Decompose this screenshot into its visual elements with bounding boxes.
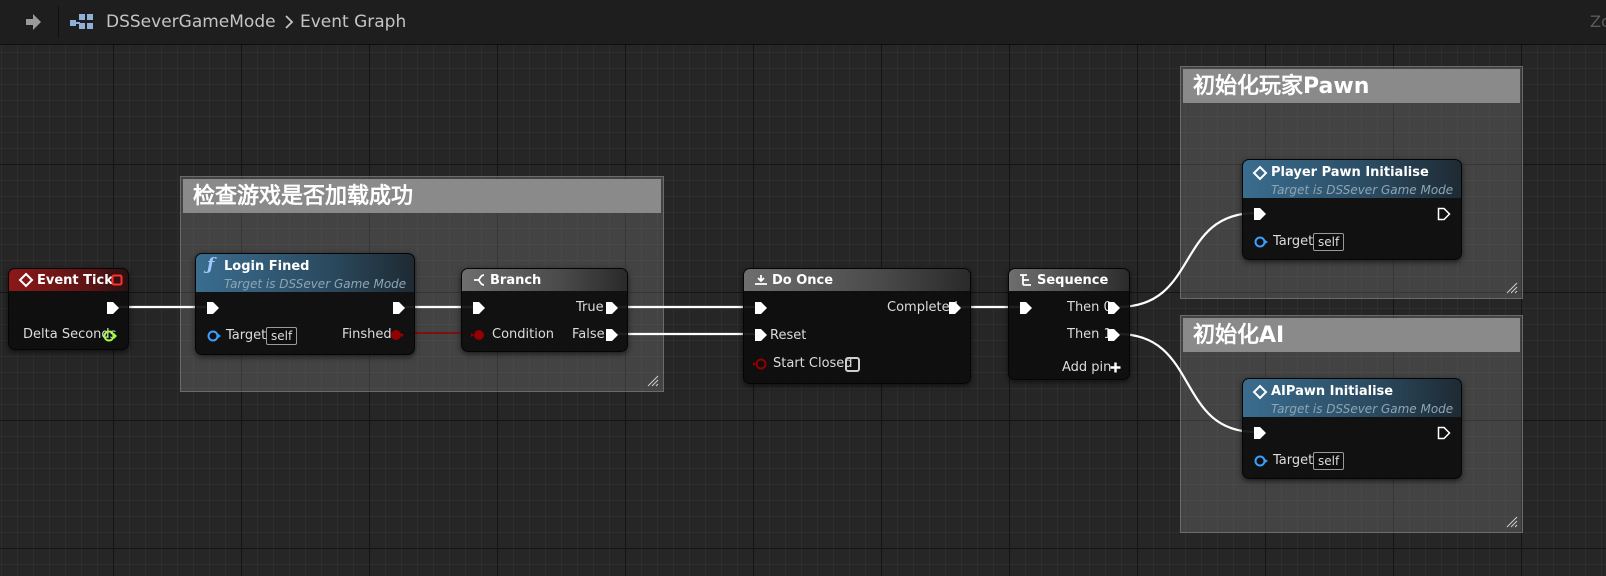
comment-title[interactable]: 检查游戏是否加载成功 [183,179,661,213]
node-title: Sequence [1037,273,1109,288]
toolbar-divider [58,6,59,38]
self-default-value[interactable]: self [1313,233,1345,251]
node-header[interactable]: Event Tick [9,269,128,291]
exec-out-pin-icon[interactable] [605,301,619,315]
bool-in-pin-icon[interactable] [470,328,486,342]
exec-in-pin-icon[interactable] [754,301,768,315]
node-title: AIPawn Initialise [1271,384,1394,399]
add-pin-label[interactable]: Add pin [1062,360,1111,375]
bool-in-pin-icon[interactable] [752,357,768,371]
node-title: Login Fined [224,259,310,274]
start-closed-checkbox[interactable] [845,357,860,372]
node-aipawn-initialise[interactable]: AIPawn Initialise Target is DSSever Game… [1242,378,1462,479]
node-event-tick[interactable]: Event Tick Delta Seconds [8,268,129,350]
plus-icon[interactable] [1110,362,1121,373]
custom-event-icon [1252,165,1268,181]
node-sequence[interactable]: Sequence Then 0 Then 1 Add pin [1008,268,1130,380]
comment-title[interactable]: 初始化玩家Pawn [1183,69,1520,103]
object-in-pin-icon[interactable] [1253,454,1269,468]
node-header[interactable]: Player Pawn Initialise Target is DSSever… [1243,160,1461,198]
node-header[interactable]: Do Once [744,269,970,291]
node-title: Branch [490,273,542,288]
exec-out-pin-icon[interactable] [392,301,406,315]
self-default-value[interactable]: self [266,327,298,345]
do-once-icon [755,275,767,285]
pin-label-start-closed: Start Closed [773,356,853,371]
pin-label-target: Target [1273,453,1314,468]
resize-grip-icon[interactable] [647,375,659,387]
pin-label-reset: Reset [770,328,807,343]
function-icon: ƒ [207,255,215,275]
sequence-icon [1020,274,1031,286]
node-subtitle: Target is DSSever Game Mode [224,277,407,291]
node-header[interactable]: ƒ Login Fined Target is DSSever Game Mod… [196,254,414,292]
node-header[interactable]: AIPawn Initialise Target is DSSever Game… [1243,379,1461,417]
node-header[interactable]: Sequence [1009,269,1129,291]
node-login-fined[interactable]: ƒ Login Fined Target is DSSever Game Mod… [195,253,415,355]
forward-arrow-icon[interactable] [22,11,44,33]
comment-title[interactable]: 初始化AI [1183,318,1520,352]
pin-label-target: Target [1273,234,1314,249]
node-branch[interactable]: Branch True Condition False [461,268,628,352]
exec-out-pin-icon[interactable] [106,301,120,315]
exec-out-pin-icon[interactable] [1437,426,1451,440]
exec-in-pin-icon[interactable] [1253,426,1267,440]
delegate-pin-icon[interactable] [111,274,123,286]
exec-out-pin-icon[interactable] [1107,328,1121,342]
exec-out-pin-icon[interactable] [948,301,962,315]
node-subtitle: Target is DSSever Game Mode [1271,183,1454,197]
breadcrumb-blueprint[interactable]: DSSeverGameMode [106,12,276,32]
exec-out-pin-icon[interactable] [605,328,619,342]
exec-in-pin-icon[interactable] [1253,207,1267,221]
node-title: Player Pawn Initialise [1271,165,1429,180]
pin-label-condition: Condition [492,327,555,342]
node-player-pawn-initialise[interactable]: Player Pawn Initialise Target is DSSever… [1242,159,1462,260]
node-title: Do Once [772,273,834,288]
exec-in-pin-icon[interactable] [472,301,486,315]
node-do-once[interactable]: Do Once Completed Reset Start Closed [743,268,971,384]
resize-grip-icon[interactable] [1506,282,1518,294]
pin-label-true: True [576,300,604,315]
event-diamond-icon [18,272,34,288]
resize-grip-icon[interactable] [1506,516,1518,528]
custom-event-icon [1252,384,1268,400]
blueprint-graph-icon [70,14,93,29]
exec-out-pin-icon[interactable] [1437,207,1451,221]
exec-in-pin-icon[interactable] [754,328,768,342]
self-default-value[interactable]: self [1313,452,1345,470]
chevron-right-icon [285,15,294,29]
object-in-pin-icon[interactable] [1253,235,1269,249]
branch-icon [474,274,485,286]
pin-label-then1: Then 1 [1067,327,1112,342]
zoom-label: Zc [1590,12,1606,31]
exec-out-pin-icon[interactable] [1107,301,1121,315]
exec-in-pin-icon[interactable] [206,301,220,315]
pin-label-then0: Then 0 [1067,300,1112,315]
bool-out-pin-icon[interactable] [389,328,405,342]
float-out-pin-icon[interactable] [103,329,117,343]
breadcrumb-graph[interactable]: Event Graph [300,12,406,32]
graph-toolbar: DSSeverGameMode Event Graph Zc [0,0,1606,45]
object-in-pin-icon[interactable] [206,329,222,343]
node-subtitle: Target is DSSever Game Mode [1271,402,1454,416]
pin-label-finshed: Finshed [342,327,392,342]
node-header[interactable]: Branch [462,269,627,291]
node-title: Event Tick [37,273,113,288]
pin-label-target: Target [226,328,267,343]
exec-in-pin-icon[interactable] [1019,301,1033,315]
pin-label-false: False [572,327,605,342]
